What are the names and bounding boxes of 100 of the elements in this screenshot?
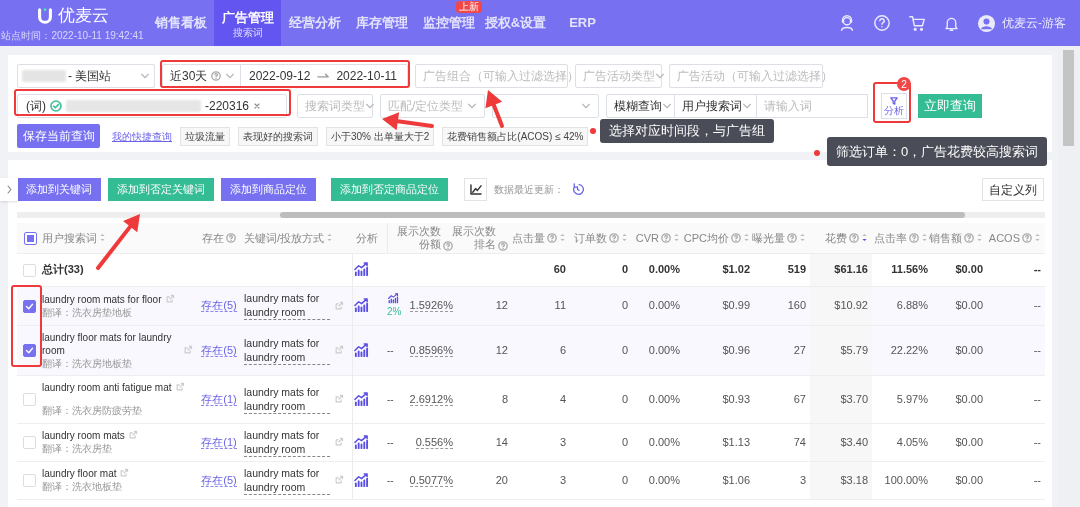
table-cell: $3.70	[810, 375, 872, 423]
table-cell: 0.00%	[632, 253, 684, 286]
table-cell: --	[987, 375, 1045, 423]
scrollbar-thumb[interactable]	[280, 212, 965, 218]
ad-group-select[interactable]: (词) -220316	[17, 94, 287, 118]
trend-chart-icon[interactable]	[352, 472, 369, 488]
field-select[interactable]: 用户搜索词	[675, 94, 757, 118]
column-header: 订单数	[574, 230, 607, 246]
impression-share[interactable]: 0.5077%	[409, 473, 453, 487]
sort-icon[interactable]	[861, 232, 868, 244]
table-cell: 12	[457, 286, 512, 325]
checkbox[interactable]	[23, 299, 36, 313]
close-icon[interactable]	[253, 102, 262, 110]
toolbar-button[interactable]: 添加到商品定位	[221, 178, 316, 201]
trend-chart-icon[interactable]	[352, 298, 369, 313]
toolbar-button[interactable]: 添加到关键词	[17, 178, 101, 201]
exists-link[interactable]: 存在(5)	[201, 473, 237, 487]
filter-chip[interactable]: 表现好的搜索词	[238, 126, 318, 146]
help-icon[interactable]	[873, 14, 891, 32]
impression-share[interactable]: 2.6912%	[409, 392, 453, 406]
external-link-icon[interactable]	[174, 382, 185, 392]
avatar-icon[interactable]	[977, 13, 996, 33]
table-cell: --	[387, 344, 394, 356]
column-header: 点击率	[874, 230, 907, 246]
table-cell: $0.00	[932, 375, 987, 423]
query-field[interactable]: 请输入词	[757, 94, 868, 118]
search-term: laundry room mats for floor	[42, 292, 162, 306]
column-header: 存在	[202, 230, 224, 246]
customize-columns-button[interactable]: 自定义列	[982, 178, 1044, 201]
trend-chart-icon[interactable]	[352, 391, 369, 407]
external-link-icon[interactable]	[334, 394, 344, 404]
exists-link[interactable]: 存在(1)	[201, 435, 237, 449]
table-cell: --	[387, 393, 394, 405]
table-cell: 8	[457, 375, 512, 423]
trend-chart-icon[interactable]	[352, 342, 369, 358]
table-cell: $0.96	[684, 325, 754, 375]
external-link-icon[interactable]	[334, 345, 344, 355]
nav-tab[interactable]: 授权&设置	[482, 0, 549, 46]
impression-share[interactable]: 1.5926%	[409, 299, 453, 313]
filter-chip[interactable]: 花费销售额占比(ACOS) ≤ 42%	[442, 126, 589, 146]
horizontal-scrollbar[interactable]	[17, 212, 1045, 218]
checkbox[interactable]	[24, 232, 37, 246]
chart-button[interactable]	[464, 178, 487, 201]
external-link-icon[interactable]	[183, 344, 193, 355]
trend-chart-icon[interactable]	[352, 434, 369, 450]
tooltip: 筛选订单：0，广告花费较高搜索词	[827, 137, 1048, 166]
match-mode-select[interactable]: 模糊查询	[606, 94, 675, 118]
store-select[interactable]: - 美国站	[17, 64, 155, 88]
search-term: laundry room anti fatigue mat	[42, 381, 172, 394]
external-link-icon[interactable]	[127, 430, 138, 440]
annotation-arrow	[485, 90, 504, 128]
checkbox[interactable]	[23, 344, 36, 358]
keyword: laundry mats for laundry room	[244, 427, 330, 457]
nav-tab[interactable]: ERP	[549, 0, 616, 46]
chevron-icon	[655, 71, 665, 81]
external-link-icon[interactable]	[334, 475, 344, 485]
save-query-button[interactable]: 保存当前查询	[17, 124, 100, 148]
column-header: 曝光量	[752, 230, 785, 246]
logo-icon	[36, 6, 54, 25]
table-cell: 0	[570, 423, 632, 461]
table-cell: 11	[512, 286, 570, 325]
table-cell: $0.99	[684, 286, 754, 325]
table-cell: 4	[512, 375, 570, 423]
table-cell: --	[387, 474, 394, 486]
external-link-icon[interactable]	[334, 300, 344, 311]
start-date[interactable]: 2022-09-12	[249, 67, 311, 85]
cart-icon[interactable]	[908, 14, 926, 32]
filter-chip[interactable]: 垃圾流量	[180, 126, 230, 146]
user-name[interactable]: 优麦云-游客	[1002, 14, 1066, 32]
nav-tab[interactable]: 库存管理	[348, 0, 415, 46]
nav-tab[interactable]: 广告管理 搜索词	[214, 0, 281, 46]
filter-chip[interactable]: 小于30% 出单量大于2	[326, 126, 435, 146]
chevron-icon	[581, 101, 591, 111]
external-link-icon[interactable]	[119, 468, 130, 478]
exists-link[interactable]: 存在(1)	[201, 392, 237, 406]
range-select[interactable]: 近30天	[163, 65, 241, 87]
trend-chart-icon[interactable]	[387, 292, 399, 304]
nav-tab[interactable]: 经营分析	[281, 0, 348, 46]
table-cell: 3	[754, 461, 810, 499]
exists-link[interactable]: 存在(5)	[201, 343, 237, 357]
support-icon[interactable]	[838, 14, 856, 32]
table-cell: 0.00%	[632, 325, 684, 375]
analysis-button[interactable]: 分析	[881, 93, 907, 119]
table-cell: 0.00%	[632, 286, 684, 325]
end-date[interactable]: 2022-10-11	[336, 67, 397, 85]
scrollbar-thumb[interactable]	[1063, 50, 1074, 146]
collapse-button[interactable]	[0, 178, 18, 201]
nav-tab[interactable]: 销售看板	[147, 0, 214, 46]
quick-query-link[interactable]: 我的快捷查询	[112, 128, 172, 144]
date-range-picker[interactable]: 近30天 2022-09-12 2022-10-11	[162, 64, 408, 88]
external-link-icon[interactable]	[164, 293, 175, 304]
translation: 翻译：洗衣房垫地板	[42, 305, 133, 319]
table-cell: 0.00%	[632, 461, 684, 499]
impression-share[interactable]: 0.556%	[415, 435, 453, 449]
check-circle-icon	[50, 100, 62, 112]
trend-chart-icon[interactable]	[352, 262, 369, 277]
impression-share[interactable]: 0.8596%	[409, 343, 453, 357]
external-link-icon[interactable]	[334, 437, 344, 447]
exists-link[interactable]: 存在(5)	[201, 299, 237, 313]
refresh-icon[interactable]	[571, 183, 584, 196]
